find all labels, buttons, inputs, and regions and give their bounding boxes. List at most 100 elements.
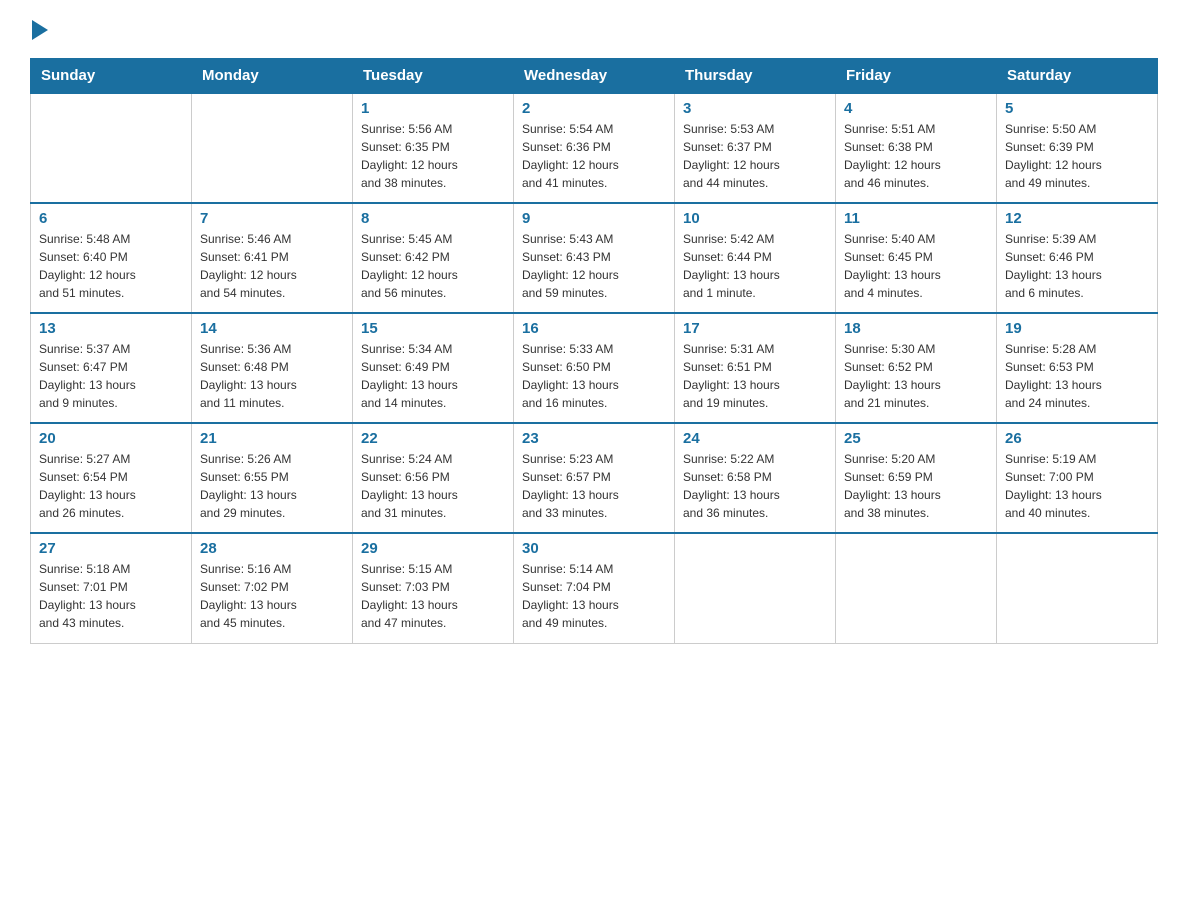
day-number: 11 bbox=[844, 210, 988, 227]
day-number: 20 bbox=[39, 430, 183, 447]
day-number: 14 bbox=[200, 320, 344, 337]
day-number: 4 bbox=[844, 100, 988, 117]
day-number: 22 bbox=[361, 430, 505, 447]
header-thursday: Thursday bbox=[675, 59, 836, 94]
day-number: 28 bbox=[200, 540, 344, 557]
calendar-cell: 20 Sunrise: 5:27 AM Sunset: 6:54 PM Dayli… bbox=[31, 423, 192, 533]
day-number: 18 bbox=[844, 320, 988, 337]
calendar-cell: 11 Sunrise: 5:40 AM Sunset: 6:45 PM Dayli… bbox=[836, 203, 997, 313]
calendar-cell: 7 Sunrise: 5:46 AM Sunset: 6:41 PM Daylig… bbox=[192, 203, 353, 313]
day-info: Sunrise: 5:56 AM Sunset: 6:35 PM Dayligh… bbox=[361, 120, 505, 192]
calendar-cell: 26 Sunrise: 5:19 AM Sunset: 7:00 PM Dayli… bbox=[997, 423, 1158, 533]
calendar-week-5: 27Sunrise: 5:18 AM Sunset: 7:01 PM Dayli… bbox=[31, 533, 1158, 643]
calendar-cell: 10Sunrise: 5:42 AM Sunset: 6:44 PM Dayli… bbox=[675, 203, 836, 313]
calendar-cell: 27Sunrise: 5:18 AM Sunset: 7:01 PM Dayli… bbox=[31, 533, 192, 643]
calendar-cell bbox=[997, 533, 1158, 643]
day-info: Sunrise: 5:18 AM Sunset: 7:01 PM Dayligh… bbox=[39, 560, 183, 632]
calendar-cell: 9 Sunrise: 5:43 AM Sunset: 6:43 PM Daylig… bbox=[514, 203, 675, 313]
day-number: 17 bbox=[683, 320, 827, 337]
day-number: 29 bbox=[361, 540, 505, 557]
calendar-cell: 23 Sunrise: 5:23 AM Sunset: 6:57 PM Dayli… bbox=[514, 423, 675, 533]
day-info: Sunrise: 5:14 AM Sunset: 7:04 PM Dayligh… bbox=[522, 560, 666, 632]
day-info: Sunrise: 5:40 AM Sunset: 6:45 PM Dayligh… bbox=[844, 230, 988, 302]
day-info: Sunrise: 5:43 AM Sunset: 6:43 PM Dayligh… bbox=[522, 230, 666, 302]
header-monday: Monday bbox=[192, 59, 353, 94]
calendar-cell bbox=[675, 533, 836, 643]
day-number: 8 bbox=[361, 210, 505, 227]
calendar-cell: 15 Sunrise: 5:34 AM Sunset: 6:49 PM Dayli… bbox=[353, 313, 514, 423]
calendar-cell: 22 Sunrise: 5:24 AM Sunset: 6:56 PM Dayli… bbox=[353, 423, 514, 533]
day-number: 10 bbox=[683, 210, 827, 227]
calendar-week-2: 6 Sunrise: 5:48 AM Sunset: 6:40 PM Daylig… bbox=[31, 203, 1158, 313]
calendar-cell: 25 Sunrise: 5:20 AM Sunset: 6:59 PM Dayli… bbox=[836, 423, 997, 533]
header-friday: Friday bbox=[836, 59, 997, 94]
calendar-week-1: 1 Sunrise: 5:56 AM Sunset: 6:35 PM Daylig… bbox=[31, 93, 1158, 203]
calendar-cell: 13Sunrise: 5:37 AM Sunset: 6:47 PM Dayli… bbox=[31, 313, 192, 423]
calendar-cell: 16 Sunrise: 5:33 AM Sunset: 6:50 PM Dayli… bbox=[514, 313, 675, 423]
day-info: Sunrise: 5:45 AM Sunset: 6:42 PM Dayligh… bbox=[361, 230, 505, 302]
day-number: 21 bbox=[200, 430, 344, 447]
day-info: Sunrise: 5:31 AM Sunset: 6:51 PM Dayligh… bbox=[683, 340, 827, 412]
calendar-cell bbox=[31, 93, 192, 203]
calendar-cell: 3 Sunrise: 5:53 AM Sunset: 6:37 PM Daylig… bbox=[675, 93, 836, 203]
calendar-cell: 5 Sunrise: 5:50 AM Sunset: 6:39 PM Daylig… bbox=[997, 93, 1158, 203]
calendar-cell: 29 Sunrise: 5:15 AM Sunset: 7:03 PM Dayli… bbox=[353, 533, 514, 643]
day-info: Sunrise: 5:16 AM Sunset: 7:02 PM Dayligh… bbox=[200, 560, 344, 632]
calendar-cell bbox=[192, 93, 353, 203]
day-number: 23 bbox=[522, 430, 666, 447]
calendar-cell: 1 Sunrise: 5:56 AM Sunset: 6:35 PM Daylig… bbox=[353, 93, 514, 203]
calendar-cell: 30Sunrise: 5:14 AM Sunset: 7:04 PM Dayli… bbox=[514, 533, 675, 643]
calendar-cell: 6 Sunrise: 5:48 AM Sunset: 6:40 PM Daylig… bbox=[31, 203, 192, 313]
day-info: Sunrise: 5:53 AM Sunset: 6:37 PM Dayligh… bbox=[683, 120, 827, 192]
day-number: 6 bbox=[39, 210, 183, 227]
day-info: Sunrise: 5:54 AM Sunset: 6:36 PM Dayligh… bbox=[522, 120, 666, 192]
calendar-cell: 14Sunrise: 5:36 AM Sunset: 6:48 PM Dayli… bbox=[192, 313, 353, 423]
day-info: Sunrise: 5:20 AM Sunset: 6:59 PM Dayligh… bbox=[844, 450, 988, 522]
day-info: Sunrise: 5:50 AM Sunset: 6:39 PM Dayligh… bbox=[1005, 120, 1149, 192]
day-info: Sunrise: 5:51 AM Sunset: 6:38 PM Dayligh… bbox=[844, 120, 988, 192]
day-info: Sunrise: 5:23 AM Sunset: 6:57 PM Dayligh… bbox=[522, 450, 666, 522]
day-info: Sunrise: 5:48 AM Sunset: 6:40 PM Dayligh… bbox=[39, 230, 183, 302]
day-info: Sunrise: 5:28 AM Sunset: 6:53 PM Dayligh… bbox=[1005, 340, 1149, 412]
day-info: Sunrise: 5:46 AM Sunset: 6:41 PM Dayligh… bbox=[200, 230, 344, 302]
day-number: 7 bbox=[200, 210, 344, 227]
day-info: Sunrise: 5:15 AM Sunset: 7:03 PM Dayligh… bbox=[361, 560, 505, 632]
logo bbox=[30, 20, 48, 38]
calendar-cell: 2 Sunrise: 5:54 AM Sunset: 6:36 PM Daylig… bbox=[514, 93, 675, 203]
calendar-cell: 17 Sunrise: 5:31 AM Sunset: 6:51 PM Dayli… bbox=[675, 313, 836, 423]
day-number: 3 bbox=[683, 100, 827, 117]
page-header bbox=[30, 20, 1158, 38]
day-number: 19 bbox=[1005, 320, 1149, 337]
calendar-cell: 28 Sunrise: 5:16 AM Sunset: 7:02 PM Dayli… bbox=[192, 533, 353, 643]
day-number: 15 bbox=[361, 320, 505, 337]
day-info: Sunrise: 5:39 AM Sunset: 6:46 PM Dayligh… bbox=[1005, 230, 1149, 302]
day-number: 13 bbox=[39, 320, 183, 337]
day-number: 25 bbox=[844, 430, 988, 447]
day-info: Sunrise: 5:26 AM Sunset: 6:55 PM Dayligh… bbox=[200, 450, 344, 522]
calendar-header-row: SundayMondayTuesdayWednesdayThursdayFrid… bbox=[31, 59, 1158, 94]
day-info: Sunrise: 5:24 AM Sunset: 6:56 PM Dayligh… bbox=[361, 450, 505, 522]
day-number: 12 bbox=[1005, 210, 1149, 227]
day-number: 5 bbox=[1005, 100, 1149, 117]
day-number: 1 bbox=[361, 100, 505, 117]
calendar-cell: 4 Sunrise: 5:51 AM Sunset: 6:38 PM Daylig… bbox=[836, 93, 997, 203]
calendar-table: SundayMondayTuesdayWednesdayThursdayFrid… bbox=[30, 58, 1158, 644]
header-sunday: Sunday bbox=[31, 59, 192, 94]
day-number: 16 bbox=[522, 320, 666, 337]
calendar-cell: 19 Sunrise: 5:28 AM Sunset: 6:53 PM Dayli… bbox=[997, 313, 1158, 423]
logo-arrow-icon bbox=[32, 20, 48, 40]
day-number: 24 bbox=[683, 430, 827, 447]
day-number: 26 bbox=[1005, 430, 1149, 447]
calendar-week-3: 13Sunrise: 5:37 AM Sunset: 6:47 PM Dayli… bbox=[31, 313, 1158, 423]
calendar-cell: 21 Sunrise: 5:26 AM Sunset: 6:55 PM Dayli… bbox=[192, 423, 353, 533]
day-number: 2 bbox=[522, 100, 666, 117]
header-tuesday: Tuesday bbox=[353, 59, 514, 94]
day-number: 9 bbox=[522, 210, 666, 227]
day-info: Sunrise: 5:30 AM Sunset: 6:52 PM Dayligh… bbox=[844, 340, 988, 412]
day-info: Sunrise: 5:33 AM Sunset: 6:50 PM Dayligh… bbox=[522, 340, 666, 412]
day-info: Sunrise: 5:19 AM Sunset: 7:00 PM Dayligh… bbox=[1005, 450, 1149, 522]
header-wednesday: Wednesday bbox=[514, 59, 675, 94]
day-info: Sunrise: 5:27 AM Sunset: 6:54 PM Dayligh… bbox=[39, 450, 183, 522]
day-info: Sunrise: 5:22 AM Sunset: 6:58 PM Dayligh… bbox=[683, 450, 827, 522]
day-info: Sunrise: 5:34 AM Sunset: 6:49 PM Dayligh… bbox=[361, 340, 505, 412]
